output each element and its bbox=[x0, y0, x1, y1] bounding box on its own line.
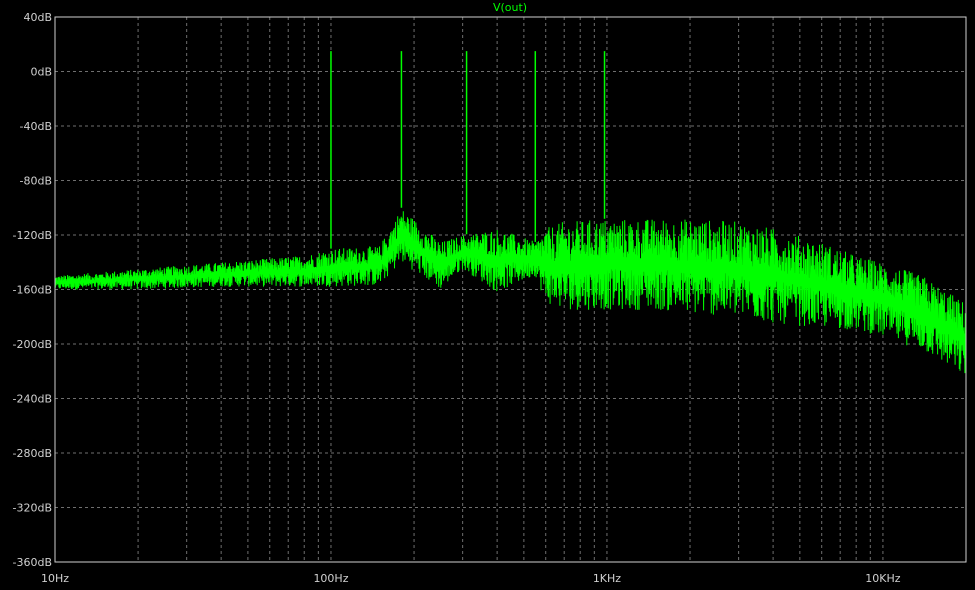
x-tick-label: 10Hz bbox=[41, 572, 69, 585]
spectrum-plot: 40dB 0dB -40dB -80dB -120dB -160dB -200dB -240d… bbox=[0, 0, 975, 585]
spectrum-chart-svg: 40dB 0dB -40dB -80dB -120dB -160dB -200dB -240d… bbox=[0, 0, 975, 585]
y-tick-label: -240dB bbox=[13, 393, 53, 406]
y-tick-label: -120dB bbox=[13, 229, 53, 242]
x-tick-label: 10KHz bbox=[865, 572, 900, 585]
y-tick-label: -40dB bbox=[20, 120, 53, 133]
y-tick-label: -80dB bbox=[20, 175, 53, 188]
x-tick-label: 1KHz bbox=[593, 572, 621, 585]
y-tick-label: 40dB bbox=[23, 11, 52, 24]
x-tick-label: 100Hz bbox=[313, 572, 348, 585]
y-tick-label: 0dB bbox=[30, 66, 52, 79]
chart-title: V(out) bbox=[493, 1, 527, 14]
y-tick-label: -280dB bbox=[13, 447, 53, 460]
y-tick-label: -320dB bbox=[13, 502, 53, 515]
y-tick-label: -160dB bbox=[13, 284, 53, 297]
y-tick-label: -200dB bbox=[13, 338, 53, 351]
y-tick-label: -360dB bbox=[13, 556, 53, 569]
